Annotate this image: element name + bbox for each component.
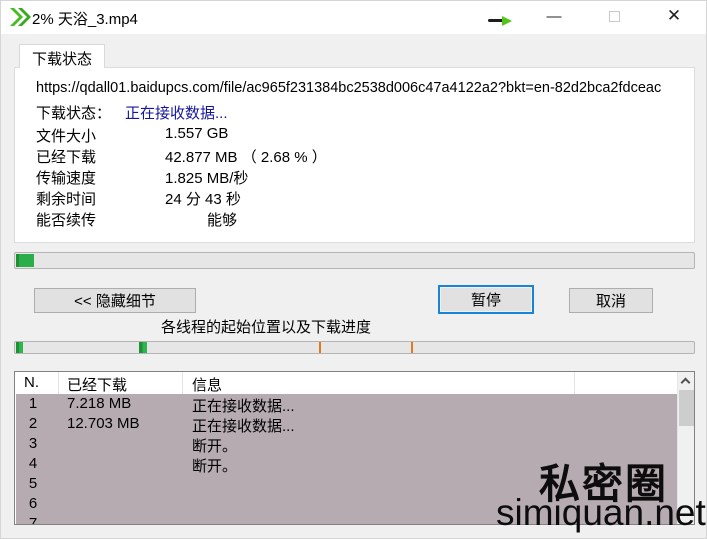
column-separator [574,372,575,394]
info-row-speed: 传输速度 1.825 MB/秒 [36,167,676,187]
info-label: 能否续传 [36,212,96,229]
watermark-url: simiquan.net [496,492,706,534]
threads-caption: 各线程的起始位置以及下载进度 [161,316,371,337]
cell-n: 4 [22,455,44,472]
cell-info: 断开。 [192,435,237,456]
maximize-button[interactable] [597,1,631,31]
header-n[interactable]: N. [24,374,39,391]
info-row-time-left: 剩余时间 24 分 43 秒 [36,188,676,208]
download-status-panel: https://qdall01.baidupcs.com/file/ac965f… [14,67,695,243]
close-button[interactable]: ✕ [657,1,691,31]
info-label: 已经下载 [36,149,96,166]
info-value: 1.825 MB/秒 [165,167,248,188]
hide-details-button[interactable]: << 隐藏细节 [34,288,196,313]
thread-marker [411,342,413,353]
thread-progress-segment [139,342,147,353]
header-downloaded[interactable]: 已经下载 [67,374,127,395]
scroll-up-button[interactable] [678,372,695,389]
cell-n: 2 [22,415,44,432]
download-dialog-window: 2% 天浴_3.mp4 — ✕ 下载状态 https://qdall01.bai… [0,0,707,539]
info-label: 剩余时间 [36,191,96,208]
main-progress-bar [14,252,695,269]
progress-fill [16,254,34,267]
minimize-button[interactable]: — [537,1,571,31]
cell-n: 6 [22,495,44,512]
info-row-downloaded: 已经下载 42.877 MB （ 2.68 % ） [36,146,676,166]
info-label: 文件大小 [36,128,96,145]
app-double-chevron-icon [9,7,31,32]
cell-info: 正在接收数据... [192,415,295,436]
chevron-up-icon [681,378,691,388]
cell-n: 7 [22,515,44,524]
maximize-icon [609,11,620,22]
table-row[interactable]: 1 7.218 MB 正在接收数据... [16,394,677,414]
window-title: 2% 天浴_3.mp4 [32,8,138,29]
pause-button[interactable]: 暂停 [438,285,534,314]
info-label: 传输速度 [36,170,96,187]
info-value: 1.557 GB [165,125,228,142]
column-separator [182,372,183,394]
thread-marker [319,342,321,353]
cell-n: 1 [22,395,44,412]
info-row-filesize: 文件大小 1.557 GB [36,125,676,145]
info-value: 42.877 MB （ 2.68 % ） [165,146,327,167]
info-value: 24 分 43 秒 [165,188,241,209]
info-row-resumable: 能否续传 能够 [36,209,676,229]
status-value-link[interactable]: 正在接收数据... [125,102,228,123]
cell-downloaded: 7.218 MB [67,395,131,412]
titlebar: 2% 天浴_3.mp4 — ✕ [1,1,707,34]
info-value: 能够 [207,209,237,230]
status-label: 下载状态： [36,102,111,123]
tab-download-status[interactable]: 下载状态 [19,44,105,68]
cell-info: 断开。 [192,455,237,476]
scrollbar-thumb[interactable] [679,390,694,426]
cell-downloaded: 12.703 MB [67,415,140,432]
table-row[interactable]: 2 12.703 MB 正在接收数据... [16,414,677,434]
download-url: https://qdall01.baidupcs.com/file/ac965f… [36,80,688,96]
header-info[interactable]: 信息 [192,374,222,395]
cell-n: 5 [22,475,44,492]
thread-progress-segment [16,342,23,353]
drop-arrow-icon [488,16,514,25]
cancel-button[interactable]: 取消 [569,288,653,313]
thread-bar [14,341,695,354]
cell-info: 正在接收数据... [192,395,295,416]
cell-n: 3 [22,435,44,452]
column-separator [58,372,59,394]
table-header: N. 已经下载 信息 [15,372,677,394]
